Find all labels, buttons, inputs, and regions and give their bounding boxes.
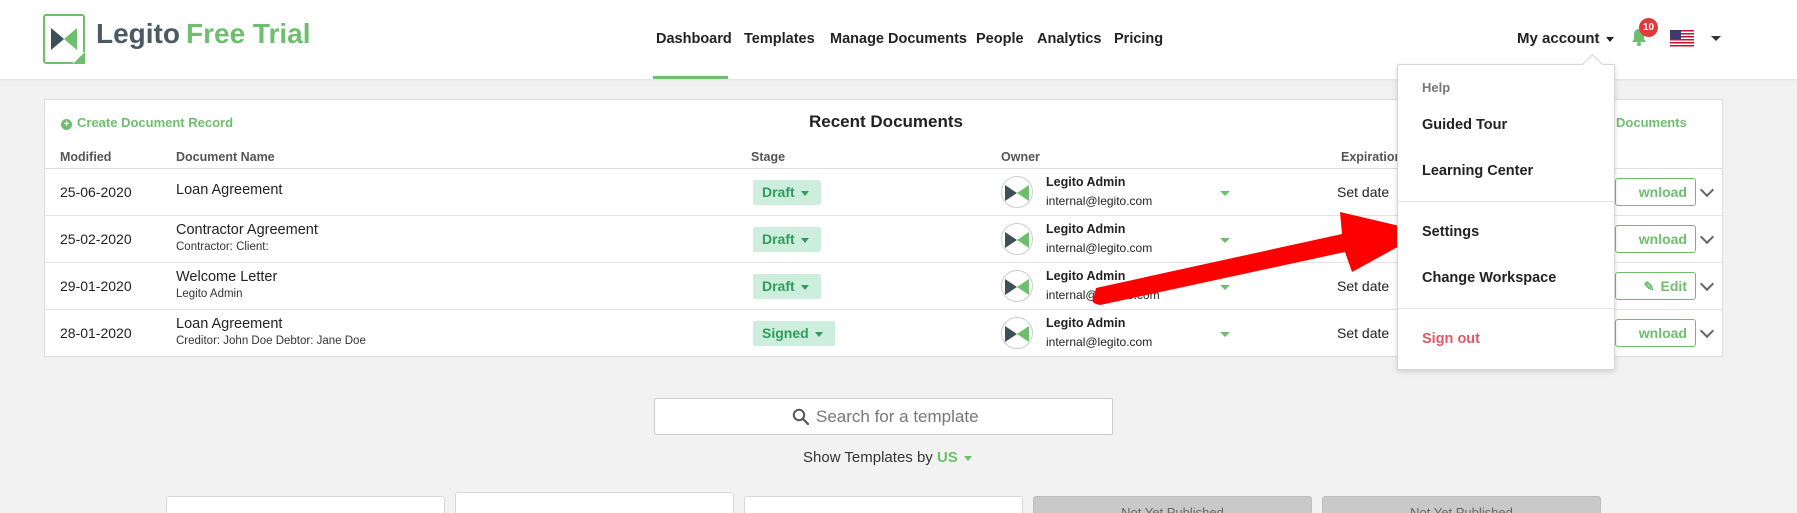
- logo-right-triangle: [64, 28, 77, 50]
- template-card-unpublished[interactable]: Not Yet Published: [1033, 496, 1312, 513]
- menu-learning-center[interactable]: Learning Center: [1422, 163, 1533, 179]
- my-account-label: My account: [1517, 30, 1600, 47]
- search-input[interactable]: [816, 407, 1096, 427]
- download-button[interactable]: wnload: [1615, 319, 1696, 347]
- pencil-icon: ✎: [1643, 279, 1655, 294]
- chevron-down-icon: [1605, 36, 1614, 42]
- expiration-set-date[interactable]: Set date: [1337, 184, 1389, 200]
- nav-people[interactable]: People: [976, 31, 1024, 47]
- owner-chevron-down-icon[interactable]: [1220, 191, 1230, 196]
- recent-documents-title: Recent Documents: [809, 112, 963, 131]
- menu-change-workspace[interactable]: Change Workspace: [1422, 270, 1556, 286]
- owner-avatar: [1001, 176, 1033, 208]
- legito-logo-icon[interactable]: [43, 14, 85, 64]
- nav-analytics[interactable]: Analytics: [1037, 31, 1101, 47]
- chevron-down-icon: [800, 237, 809, 243]
- row-document-name[interactable]: Loan Agreement: [176, 316, 282, 332]
- logo-left-triangle: [51, 28, 64, 50]
- owner-email: internal@legito.com: [1046, 335, 1153, 349]
- help-header: Help: [1422, 80, 1451, 95]
- edit-label: Edit: [1660, 278, 1687, 294]
- nav-manage-documents[interactable]: Manage Documents: [830, 31, 967, 47]
- row-date: 25-02-2020: [60, 231, 132, 247]
- stage-label: Draft: [762, 278, 795, 294]
- expand-chevron-icon[interactable]: [1699, 276, 1715, 292]
- expand-chevron-icon[interactable]: [1699, 229, 1715, 245]
- owner-email: internal@legito.com: [1046, 194, 1153, 208]
- column-modified[interactable]: Modified: [60, 150, 111, 164]
- us-flag-icon[interactable]: [1670, 30, 1694, 47]
- row-document-subtitle: Creditor: John Doe Debtor: Jane Doe: [176, 335, 366, 347]
- row-document-name[interactable]: Loan Agreement: [176, 182, 282, 198]
- create-document-record-link[interactable]: + Create Document Record: [61, 115, 233, 130]
- column-stage[interactable]: Stage: [751, 150, 785, 164]
- nav-dashboard[interactable]: Dashboard: [656, 31, 732, 47]
- chevron-down-icon: [963, 455, 972, 461]
- show-templates-filter[interactable]: Show Templates by US: [803, 449, 972, 466]
- template-card[interactable]: [744, 496, 1023, 513]
- country-selector[interactable]: US: [937, 449, 958, 466]
- row-date: 29-01-2020: [60, 278, 132, 294]
- owner-chevron-down-icon[interactable]: [1220, 332, 1230, 337]
- edit-button[interactable]: ✎ Edit: [1615, 272, 1696, 300]
- stage-dropdown[interactable]: Draft: [753, 274, 821, 299]
- expand-chevron-icon[interactable]: [1699, 182, 1715, 198]
- row-document-subtitle: Legito Admin: [176, 288, 243, 300]
- brand-free-trial: Free Trial: [186, 18, 311, 49]
- stage-dropdown[interactable]: Signed: [753, 321, 835, 346]
- my-account-dropdown: Help Guided Tour Learning Center Setting…: [1397, 64, 1615, 370]
- nav-pricing[interactable]: Pricing: [1114, 31, 1163, 47]
- nav-active-indicator: [653, 76, 728, 79]
- row-date: 28-01-2020: [60, 325, 132, 341]
- stage-dropdown[interactable]: Draft: [753, 227, 821, 252]
- red-arrow-annotation: [1092, 212, 1425, 305]
- menu-settings[interactable]: Settings: [1422, 224, 1479, 240]
- nav-templates[interactable]: Templates: [744, 31, 815, 47]
- row-document-subtitle: Contractor: Client:: [176, 241, 269, 253]
- chevron-down-icon: [800, 190, 809, 196]
- plus-circle-icon: +: [61, 119, 72, 130]
- row-document-name[interactable]: Welcome Letter: [176, 269, 277, 285]
- stage-label: Signed: [762, 325, 809, 341]
- owner-avatar: [1001, 317, 1033, 349]
- expiration-set-date[interactable]: Set date: [1337, 325, 1389, 341]
- template-card-text: Not Yet Published: [1410, 505, 1513, 513]
- owner-name: Legito Admin: [1046, 175, 1126, 189]
- download-button[interactable]: wnload: [1615, 225, 1696, 253]
- language-chevron-down-icon[interactable]: [1711, 36, 1721, 41]
- menu-sign-out[interactable]: Sign out: [1422, 331, 1480, 347]
- column-document-name[interactable]: Document Name: [176, 150, 275, 164]
- row-document-name[interactable]: Contractor Agreement: [176, 222, 318, 238]
- column-owner[interactable]: Owner: [1001, 150, 1040, 164]
- chevron-down-icon: [800, 284, 809, 290]
- owner-avatar: [1001, 270, 1033, 302]
- template-search-box[interactable]: [654, 398, 1113, 435]
- logo-page-fold: [73, 52, 85, 64]
- menu-divider: [1398, 201, 1614, 202]
- stage-label: Draft: [762, 231, 795, 247]
- column-expiration[interactable]: Expiration: [1341, 150, 1402, 164]
- brand-legito: Legito: [96, 18, 180, 49]
- template-card[interactable]: [455, 492, 734, 513]
- template-card-text: Not Yet Published: [1121, 505, 1224, 513]
- create-document-record-label: Create Document Record: [77, 115, 234, 130]
- chevron-down-icon: [814, 331, 823, 337]
- owner-avatar: [1001, 223, 1033, 255]
- show-templates-label: Show Templates by: [803, 449, 933, 466]
- template-card-unpublished[interactable]: Not Yet Published: [1322, 496, 1601, 513]
- menu-divider: [1398, 308, 1614, 309]
- template-card[interactable]: [166, 496, 445, 513]
- download-button[interactable]: wnload: [1615, 178, 1696, 206]
- expand-chevron-icon[interactable]: [1699, 323, 1715, 339]
- row-date: 25-06-2020: [60, 184, 132, 200]
- brand-name[interactable]: Legito Free Trial: [96, 18, 311, 50]
- stage-label: Draft: [762, 184, 795, 200]
- my-account-menu[interactable]: My account: [1517, 30, 1614, 47]
- menu-guided-tour[interactable]: Guided Tour: [1422, 117, 1507, 133]
- notification-badge: 10: [1639, 18, 1658, 37]
- search-icon: [792, 408, 809, 425]
- stage-dropdown[interactable]: Draft: [753, 180, 821, 205]
